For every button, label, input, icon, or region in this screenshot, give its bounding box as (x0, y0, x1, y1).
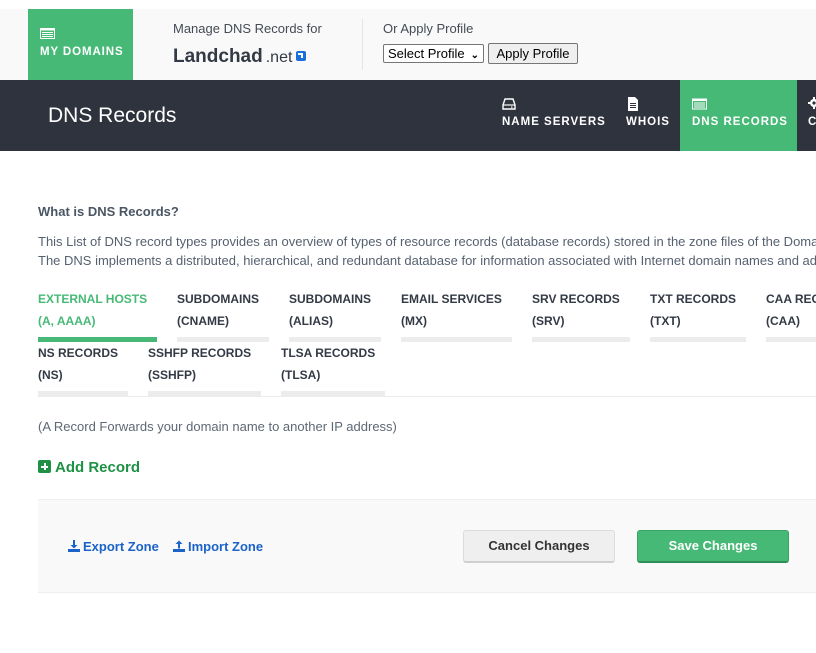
tab-indicator (650, 337, 746, 342)
tab-sublabel: (NS) (38, 368, 63, 382)
chevron-down-icon: ⌄ (470, 50, 479, 61)
manage-label: Manage DNS Records for (173, 21, 322, 36)
tab-label: EXTERNAL HOSTS (38, 292, 148, 306)
profile-select-value: Select Profile (388, 46, 465, 61)
tab-sublabel: (MX) (401, 314, 427, 328)
tab-label: SSHFP RECORDS (148, 346, 252, 360)
add-record-button[interactable]: Add Record (38, 459, 140, 476)
nav-item-whois[interactable]: WHOIS (614, 80, 680, 151)
tab-label: SUBDOMAINS (177, 292, 260, 306)
tab-label: EMAIL SERVICES (401, 292, 502, 306)
tab-sshfp-records[interactable]: SSHFP RECORDS (SSHFP) (148, 342, 261, 396)
export-zone-label: Export Zone (83, 539, 159, 554)
tab-email-services[interactable]: EMAIL SERVICES (MX) (401, 288, 512, 342)
tab-indicator (401, 337, 512, 342)
header-divider (362, 19, 363, 70)
export-zone-link[interactable]: Export Zone (68, 539, 159, 554)
tab-external-hosts[interactable]: EXTERNAL HOSTS (A, AAAA) (38, 288, 157, 342)
tab-sublabel: (A, AAAA) (38, 314, 96, 328)
tabs-divider (38, 396, 816, 397)
plus-square-icon (38, 460, 51, 473)
tab-sublabel: (SRV) (532, 314, 565, 328)
record-type-note: (A Record Forwards your domain name to a… (38, 419, 397, 434)
tab-subdomains-alias[interactable]: SUBDOMAINS (ALIAS) (289, 288, 381, 342)
apply-profile-button[interactable]: Apply Profile (488, 43, 578, 64)
tab-label: SUBDOMAINS (289, 292, 372, 306)
my-domains-label: MY DOMAINS (40, 46, 124, 58)
list-icon (692, 98, 707, 110)
navbar: DNS Records NAME SERVERS WHOIS DNS RECOR… (0, 80, 816, 151)
nav-item-settings[interactable]: C (797, 80, 816, 151)
tab-sublabel: (CNAME) (177, 314, 229, 328)
profile-select[interactable]: Select Profile ⌄ (383, 44, 484, 63)
tab-sublabel: (SSHFP) (148, 368, 196, 382)
domain-name: Landchad .net (173, 46, 307, 68)
my-domains-button[interactable]: MY DOMAINS (28, 9, 133, 80)
document-icon (628, 97, 638, 111)
tab-sublabel: (TXT) (650, 314, 681, 328)
upload-icon (173, 540, 185, 552)
tab-srv-records[interactable]: SRV RECORDS (SRV) (532, 288, 630, 342)
cancel-changes-button[interactable]: Cancel Changes (463, 530, 615, 563)
save-changes-button[interactable]: Save Changes (637, 530, 789, 563)
page-title: DNS Records (48, 104, 177, 127)
domain-tld: .net (265, 49, 293, 66)
tab-label: SRV RECORDS (532, 292, 620, 306)
hard-drive-icon (502, 98, 516, 110)
nav-item-label: NAME SERVERS (502, 116, 606, 128)
import-zone-link[interactable]: Import Zone (173, 539, 263, 554)
domain-sld: Landchad (173, 46, 263, 67)
gear-icon (808, 97, 816, 109)
external-link-icon[interactable] (296, 50, 307, 61)
nav-item-label: DNS RECORDS (692, 116, 788, 128)
tab-tlsa-records[interactable]: TLSA RECORDS (TLSA) (281, 342, 385, 396)
tab-txt-records[interactable]: TXT RECORDS (TXT) (650, 288, 746, 342)
intro-title: What is DNS Records? (38, 204, 179, 219)
tab-label: NS RECORDS (38, 346, 119, 360)
list-icon (40, 28, 55, 39)
tab-ns-records[interactable]: NS RECORDS (NS) (38, 342, 128, 396)
nav-item-name-servers[interactable]: NAME SERVERS (490, 80, 612, 151)
import-zone-label: Import Zone (188, 539, 264, 554)
intro-line-1: This List of DNS record types provides a… (38, 234, 816, 249)
intro-line-2: The DNS implements a distributed, hierar… (38, 253, 816, 268)
tab-indicator (766, 337, 816, 342)
nav-item-label: WHOIS (626, 116, 670, 128)
tab-caa-records[interactable]: CAA RECORDS (CAA) (766, 288, 816, 342)
tab-label: CAA RECORDS (766, 292, 816, 306)
tab-label: TXT RECORDS (650, 292, 737, 306)
tab-sublabel: (TLSA) (281, 368, 321, 382)
profile-label: Or Apply Profile (383, 21, 474, 36)
nav-item-dns-records[interactable]: DNS RECORDS (680, 80, 797, 151)
add-record-label: Add Record (55, 459, 141, 476)
tab-subdomains-cname[interactable]: SUBDOMAINS (CNAME) (177, 288, 269, 342)
download-icon (68, 540, 80, 552)
tab-indicator (532, 337, 630, 342)
tab-sublabel: (CAA) (766, 314, 800, 328)
tab-sublabel: (ALIAS) (289, 314, 333, 328)
intro-description: This List of DNS record types provides a… (38, 232, 816, 270)
tab-label: TLSA RECORDS (281, 346, 376, 360)
nav-item-label: C (808, 116, 816, 128)
